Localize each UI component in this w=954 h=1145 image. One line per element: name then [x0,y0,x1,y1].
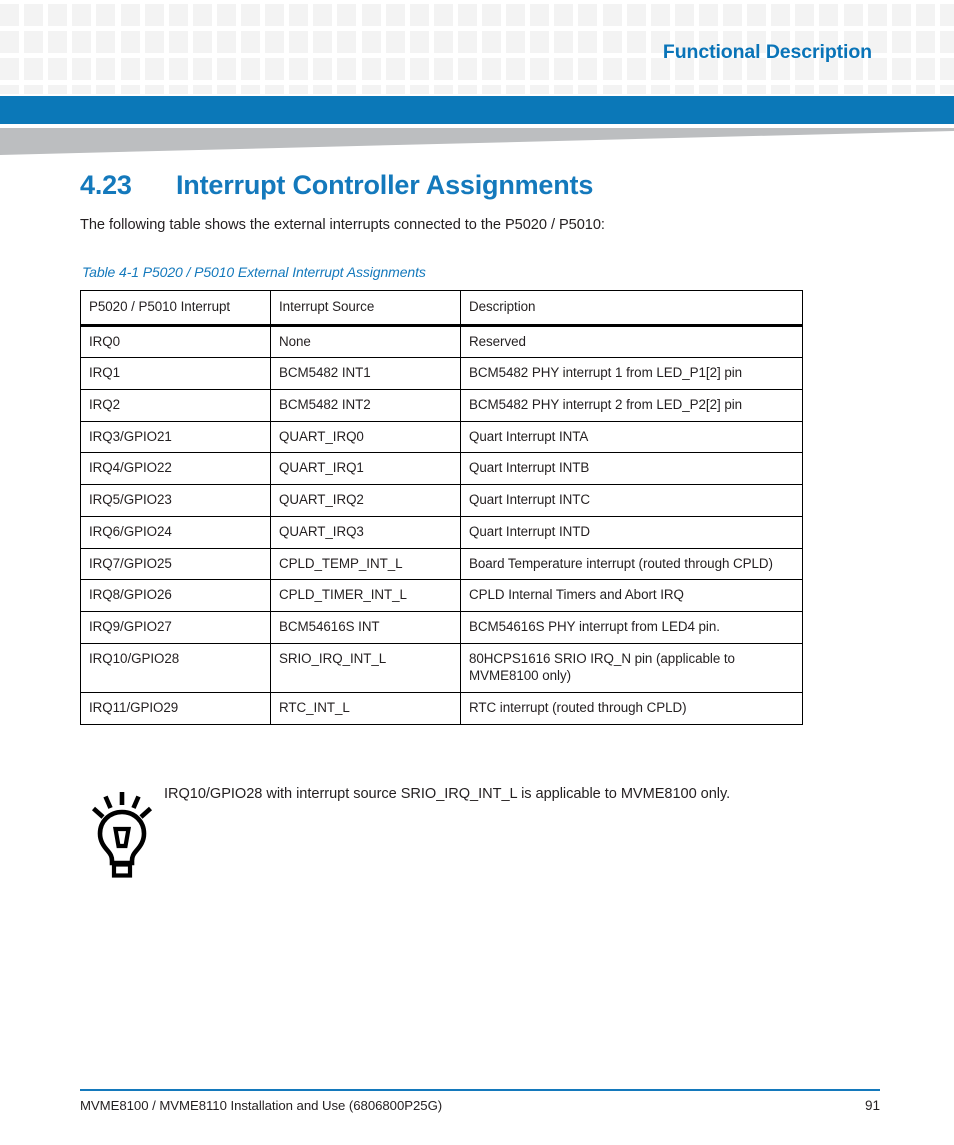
cell-description: Quart Interrupt INTD [460,515,803,549]
note-text: IRQ10/GPIO28 with interrupt source SRIO_… [164,786,731,802]
cell-interrupt: IRQ6/GPIO24 [80,515,271,549]
cell-source: CPLD_TIMER_INT_L [270,579,461,612]
table-row: IRQ8/GPIO26 CPLD_TIMER_INT_L CPLD Internal… [80,579,803,612]
cell-interrupt: IRQ9/GPIO27 [80,610,271,644]
cell-interrupt: IRQ4/GPIO22 [80,452,271,486]
cell-source: BCM5482 INT2 [270,389,461,422]
table-row: IRQ3/GPIO21 QUART_IRQ0 Quart Interrupt INT… [80,420,803,454]
cell-interrupt: IRQ5/GPIO23 [80,484,271,517]
section-number: 4.23 [80,170,132,200]
cell-description: Quart Interrupt INTC [460,484,803,517]
column-header-description: Description [460,290,803,327]
cell-interrupt: IRQ11/GPIO29 [80,691,271,725]
page-content: 4.23 Interrupt Controller Assignments The… [80,170,880,725]
footer-document-title: MVME8100 / MVME8110 Installation and Use… [80,1098,443,1113]
cell-source: BCM5482 INT1 [270,357,461,391]
table-row: IRQ9/GPIO27 BCM54616S INT BCM54616S PHY in… [80,610,803,644]
note-icon-wrapper [80,782,164,878]
table-row: IRQ7/GPIO25 CPLD_TEMP_INT_L Board Temperat… [80,547,803,581]
intro-paragraph: The following table shows the external i… [80,217,605,233]
cell-source: None [270,325,461,359]
table-caption: Table 4-1 P5020 / P5010 External Interru… [82,264,426,280]
table-row: IRQ0 None Reserved [80,325,803,359]
interrupt-assignments-table: P5020 / P5010 Interrupt Interrupt Source… [80,290,803,725]
cell-description: Reserved [460,325,803,359]
page-footer: MVME8100 / MVME8110 Installation and Use… [80,1098,880,1113]
table-row: IRQ4/GPIO22 QUART_IRQ1 Quart Interrupt INT… [80,452,803,486]
cell-description: Board Temperature interrupt (routed thro… [460,547,803,581]
cell-description: BCM5482 PHY interrupt 1 from LED_P1[2] p… [460,357,803,391]
cell-description: BCM5482 PHY interrupt 2 from LED_P2[2] p… [460,389,803,422]
cell-description: RTC interrupt (routed through CPLD) [460,691,803,725]
column-header-interrupt: P5020 / P5010 Interrupt [80,290,271,327]
cell-source: RTC_INT_L [270,691,461,725]
cell-interrupt: IRQ2 [80,389,271,422]
cell-interrupt: IRQ10/GPIO28 [80,642,271,693]
cell-description: 80HCPS1616 SRIO IRQ_N pin (applicable to… [460,642,803,693]
footer-divider [80,1089,880,1091]
column-header-source: Interrupt Source [270,290,461,327]
table-row: IRQ10/GPIO28 SRIO_IRQ_INT_L 80HCPS1616 SRI… [80,642,803,693]
note-callout: IRQ10/GPIO28 with interrupt source SRIO_… [80,782,880,878]
cell-description: Quart Interrupt INTA [460,420,803,454]
header-blue-bar [0,96,954,124]
cell-interrupt: IRQ3/GPIO21 [80,420,271,454]
header-gray-wedge [0,128,954,155]
table-header: P5020 / P5010 Interrupt Interrupt Source… [80,290,803,327]
section-title: Interrupt Controller Assignments [176,170,594,200]
cell-source: CPLD_TEMP_INT_L [270,547,461,581]
cell-source: QUART_IRQ0 [270,420,461,454]
cell-description: Quart Interrupt INTB [460,452,803,486]
cell-interrupt: IRQ1 [80,357,271,391]
table-row: IRQ5/GPIO23 QUART_IRQ2 Quart Interrupt INT… [80,484,803,517]
table-body: IRQ0 None Reserved IRQ1 BCM5482 INT1 BCM5482 … [80,325,803,725]
table-header-row: P5020 / P5010 Interrupt Interrupt Source… [80,290,803,327]
footer-page-number: 91 [864,1098,880,1113]
cell-source: QUART_IRQ2 [270,484,461,517]
cell-interrupt: IRQ0 [80,325,271,359]
table-row: IRQ1 BCM5482 INT1 BCM5482 PHY interrupt 1 … [80,357,803,391]
cell-interrupt: IRQ8/GPIO26 [80,579,271,612]
page-title: 4.23 Interrupt Controller Assignments [80,170,880,201]
cell-description: CPLD Internal Timers and Abort IRQ [460,579,803,612]
cell-source: SRIO_IRQ_INT_L [270,642,461,693]
page-header-title: Functional Description [662,41,872,63]
cell-source: BCM54616S INT [270,610,461,644]
table-row: IRQ6/GPIO24 QUART_IRQ3 Quart Interrupt INT… [80,515,803,549]
table-row: IRQ2 BCM5482 INT2 BCM5482 PHY interrupt 2 … [80,389,803,422]
cell-description: BCM54616S PHY interrupt from LED4 pin. [460,610,803,644]
cell-interrupt: IRQ7/GPIO25 [80,547,271,581]
cell-source: QUART_IRQ3 [270,515,461,549]
lightbulb-tip-icon [91,792,153,878]
table-row: IRQ11/GPIO29 RTC_INT_L RTC interrupt (rout… [80,691,803,725]
cell-source: QUART_IRQ1 [270,452,461,486]
